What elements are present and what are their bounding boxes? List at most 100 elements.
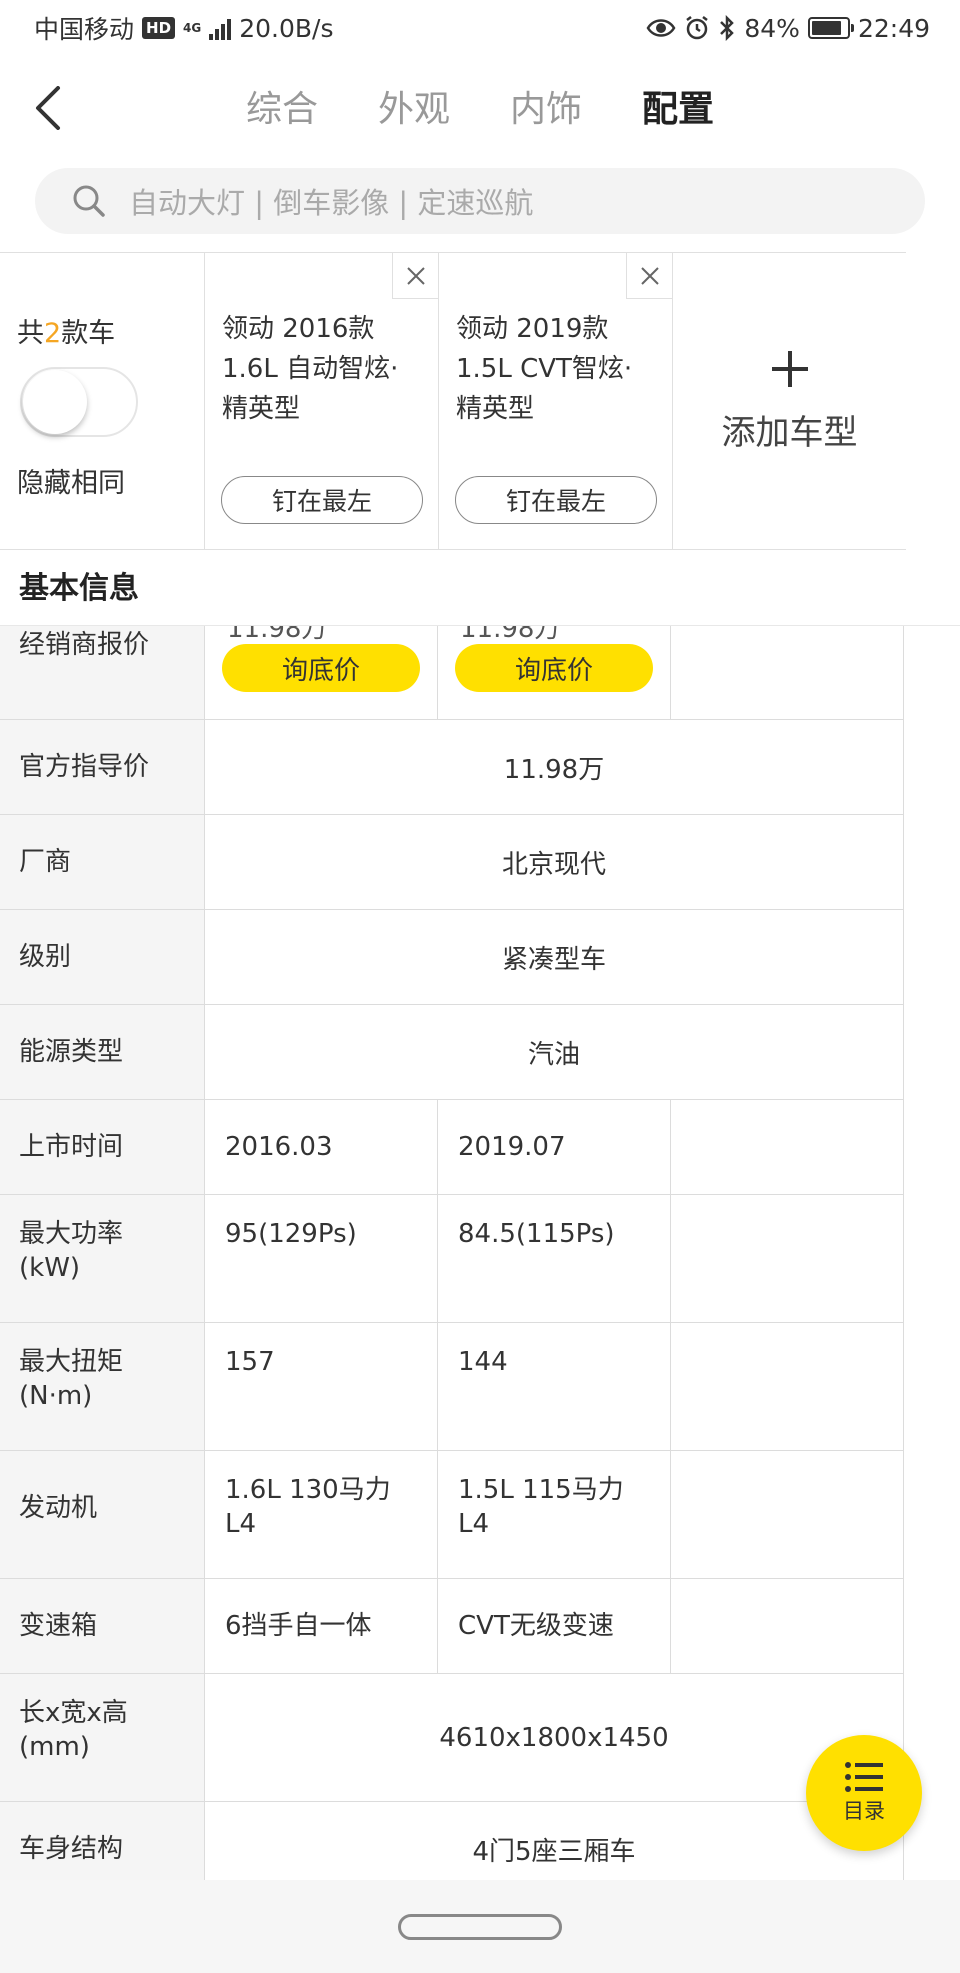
row-label: 上市时间 bbox=[0, 1100, 205, 1194]
catalog-label: 目录 bbox=[843, 1799, 885, 1823]
table-row: 上市时间 2016.03 2019.07 bbox=[0, 1100, 904, 1195]
dealer-cell: 11.98万 询底价 bbox=[205, 626, 438, 719]
remove-car-button[interactable] bbox=[626, 253, 672, 299]
car-name: 领动 2016款 1.6L 自动智炫·精英型 bbox=[222, 314, 399, 424]
merged-value: 汽油 bbox=[205, 1005, 904, 1099]
value-cell: 1.5L 115马力 L4 bbox=[438, 1451, 671, 1578]
list-icon bbox=[845, 1762, 883, 1792]
remove-car-button[interactable] bbox=[392, 253, 438, 299]
car-count: 共2款车 bbox=[17, 311, 115, 350]
empty-cell bbox=[671, 1451, 904, 1578]
row-label: 最大功率 (kW) bbox=[0, 1195, 205, 1322]
search-input[interactable]: 自动大灯 | 倒车影像 | 定速巡航 bbox=[35, 168, 925, 234]
hide-same-toggle[interactable] bbox=[20, 367, 138, 437]
network-speed: 20.0B/s bbox=[239, 13, 334, 43]
car-count-prefix: 共 bbox=[17, 318, 44, 349]
merged-value: 紧凑型车 bbox=[205, 910, 904, 1004]
clipped-price: 11.98万 bbox=[227, 626, 328, 644]
inquiry-price-button[interactable]: 询底价 bbox=[222, 644, 420, 692]
table-row: 厂商 北京现代 bbox=[0, 815, 904, 910]
value-cell: 2019.07 bbox=[438, 1100, 671, 1194]
search-icon bbox=[73, 185, 105, 217]
inquiry-price-button[interactable]: 询底价 bbox=[455, 644, 653, 692]
value-cell: CVT无级变速 bbox=[438, 1579, 671, 1673]
value-cell: 144 bbox=[438, 1323, 671, 1450]
row-label: 最大扭矩 (N·m) bbox=[0, 1323, 205, 1450]
add-car-button[interactable]: 添加车型 bbox=[673, 253, 906, 549]
tab-exterior[interactable]: 外观 bbox=[348, 84, 480, 136]
section-title: 基本信息 bbox=[0, 551, 960, 626]
battery-percent: 84% bbox=[744, 13, 800, 43]
toggle-knob bbox=[23, 370, 87, 434]
plus-icon bbox=[771, 350, 808, 387]
battery-fill bbox=[811, 21, 841, 35]
row-label: 官方指导价 bbox=[0, 720, 205, 814]
nav-header: 综合 外观 内饰 配置 bbox=[0, 56, 960, 160]
network-type: 4G bbox=[183, 21, 202, 35]
merged-value: 4610x1800x1450 bbox=[205, 1674, 904, 1801]
status-left: 中国移动 HD 4G 20.0B/s bbox=[34, 10, 334, 46]
table-row: 官方指导价 11.98万 bbox=[0, 720, 904, 815]
table-row: 变速箱 6挡手自一体 CVT无级变速 bbox=[0, 1579, 904, 1674]
merged-value: 11.98万 bbox=[205, 720, 904, 814]
row-label: 厂商 bbox=[0, 815, 205, 909]
car-column-2: 领动 2019款 1.5L CVT智炫·精英型 钉在最左 bbox=[439, 253, 673, 549]
pin-left-button[interactable]: 钉在最左 bbox=[221, 476, 423, 524]
car-count-number: 2 bbox=[44, 318, 62, 349]
close-icon bbox=[406, 266, 425, 285]
pin-left-button[interactable]: 钉在最左 bbox=[455, 476, 657, 524]
spec-table: 经销商报价 11.98万 询底价 11.98万 询底价 官方指导价 11.98万厂… bbox=[0, 626, 904, 1897]
table-row: 发动机 1.6L 130马力 L4 1.5L 115马力 L4 bbox=[0, 1451, 904, 1579]
value-cell: 1.6L 130马力 L4 bbox=[205, 1451, 438, 1578]
status-right: 84% 22:49 bbox=[646, 14, 930, 43]
eye-icon bbox=[646, 19, 676, 37]
search-placeholder: 自动大灯 | 倒车影像 | 定速巡航 bbox=[129, 186, 534, 220]
bluetooth-icon bbox=[720, 15, 735, 41]
value-cell: 157 bbox=[205, 1323, 438, 1450]
empty-cell bbox=[671, 1323, 904, 1450]
compare-header: 共2款车 隐藏相同 领动 2016款 1.6L 自动智炫·精英型 钉在最左 领动… bbox=[0, 252, 906, 550]
rows-container: 官方指导价 11.98万 厂商 北京现代 级别 紧凑型车 能源类型 汽油 上市时间 2016.03… bbox=[0, 720, 904, 1897]
value-cell: 2016.03 bbox=[205, 1100, 438, 1194]
empty-cell bbox=[671, 626, 904, 719]
hd-badge: HD bbox=[142, 17, 176, 39]
add-car-label: 添加车型 bbox=[721, 412, 858, 453]
table-row: 能源类型 汽油 bbox=[0, 1005, 904, 1100]
status-bar: 中国移动 HD 4G 20.0B/s 84% 22:49 bbox=[0, 0, 960, 56]
row-label: 能源类型 bbox=[0, 1005, 205, 1099]
system-nav-bar bbox=[0, 1880, 960, 1973]
alarm-icon bbox=[686, 16, 709, 40]
battery-icon bbox=[807, 17, 854, 39]
car-count-suffix: 款车 bbox=[61, 318, 116, 349]
dealer-cell: 11.98万 询底价 bbox=[438, 626, 671, 719]
clipped-price: 11.98万 bbox=[460, 626, 561, 644]
value-cell: 84.5(115Ps) bbox=[438, 1195, 671, 1322]
table-row: 长x宽x高 (mm) 4610x1800x1450 bbox=[0, 1674, 904, 1802]
table-row-dealer: 经销商报价 11.98万 询底价 11.98万 询底价 bbox=[0, 626, 904, 720]
table-row: 级别 紧凑型车 bbox=[0, 910, 904, 1005]
hide-same-label: 隐藏相同 bbox=[17, 468, 125, 499]
home-indicator[interactable] bbox=[398, 1914, 562, 1940]
empty-cell bbox=[671, 1100, 904, 1194]
table-row: 最大功率 (kW) 95(129Ps) 84.5(115Ps) bbox=[0, 1195, 904, 1323]
empty-cell bbox=[671, 1579, 904, 1673]
close-icon bbox=[640, 266, 659, 285]
signal-icon bbox=[209, 16, 232, 40]
tab-configuration[interactable]: 配置 bbox=[612, 84, 744, 136]
car-column-1: 领动 2016款 1.6L 自动智炫·精英型 钉在最左 bbox=[205, 253, 439, 549]
merged-value: 北京现代 bbox=[205, 815, 904, 909]
catalog-button[interactable]: 目录 bbox=[806, 1735, 922, 1851]
value-cell: 95(129Ps) bbox=[205, 1195, 438, 1322]
row-label: 级别 bbox=[0, 910, 205, 1004]
empty-cell bbox=[671, 1195, 904, 1322]
clock-time: 22:49 bbox=[857, 13, 930, 43]
tab-interior[interactable]: 内饰 bbox=[480, 84, 612, 136]
tab-overview[interactable]: 综合 bbox=[216, 84, 348, 136]
row-label: 发动机 bbox=[0, 1451, 205, 1578]
compare-summary: 共2款车 隐藏相同 bbox=[0, 253, 205, 549]
carrier-name: 中国移动 bbox=[34, 15, 135, 44]
tab-bar: 综合 外观 内饰 配置 bbox=[0, 84, 960, 136]
car-name: 领动 2019款 1.5L CVT智炫·精英型 bbox=[456, 314, 633, 424]
row-label: 长x宽x高 (mm) bbox=[0, 1674, 205, 1801]
row-label: 经销商报价 bbox=[0, 626, 205, 719]
